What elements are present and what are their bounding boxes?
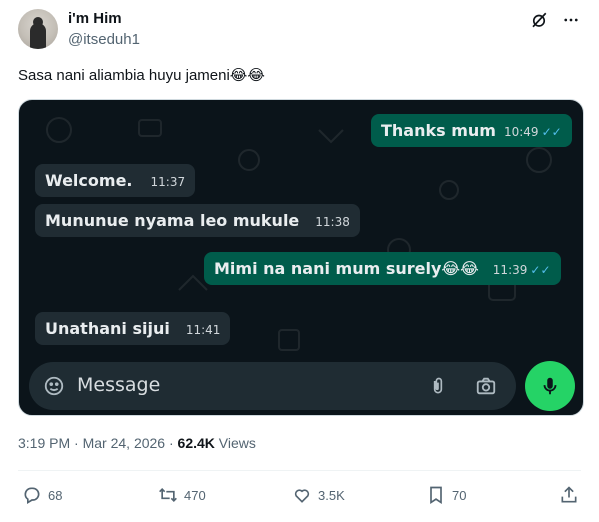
tweet-text: Sasa nani aliambia huyu jameni😂😂 [18,67,265,84]
attach-icon[interactable] [428,375,448,397]
chat-message-time: 10:49 [503,125,539,139]
views-count: 62.4K [177,435,215,451]
bookmark-count: 70 [452,487,467,503]
chat-message-in: Mununue nyama leo mukule 11:38 [35,204,360,237]
author-display-name[interactable]: i'm Him [68,10,122,27]
sticker-icon[interactable] [43,375,65,397]
more-icon[interactable] [561,10,581,30]
chat-message-input[interactable]: Message [29,362,516,410]
chat-message-out: Thanks mum 10:49 ✓✓ [371,114,572,147]
meta-separator: · [70,435,83,451]
mic-button[interactable] [525,361,575,411]
like-button[interactable]: 3.5K [292,485,345,505]
reply-icon [24,487,40,504]
tweet-media-image[interactable]: Thanks mum 10:49 ✓✓ Welcome. 11:37 Mununue … [18,99,584,416]
like-count: 3.5K [318,487,345,503]
read-ticks-icon: ✓✓ [530,263,551,277]
read-ticks-icon: ✓✓ [541,125,562,139]
share-button[interactable] [559,485,579,505]
avatar[interactable] [18,9,58,49]
tweet-meta: 3:19 PM · Mar 24, 2026 · 62.4K Views [18,435,256,451]
tweet-actions: 68 470 3.5K 70 [18,485,581,507]
divider [18,470,581,471]
camera-icon[interactable] [474,375,498,397]
like-icon [294,489,310,503]
reply-button[interactable]: 68 [22,485,62,505]
chat-message-text: Thanks mum [381,121,496,140]
chat-message-in: Unathani sijui 11:41 [35,312,231,345]
tweet-time[interactable]: 3:19 PM [18,435,70,451]
chat-message-time: 11:37 [150,175,186,189]
chat-message-text: Welcome. [45,171,133,190]
bookmark-button[interactable]: 70 [426,485,466,505]
message-placeholder: Message [77,374,161,396]
share-icon [561,486,577,503]
chat-message-in: Welcome. 11:37 [35,164,196,197]
grok-icon[interactable] [529,10,549,30]
chat-message-text: Mimi na nani mum surely😂😂 [214,259,479,278]
bookmark-icon [430,486,442,505]
repost-icon [159,487,177,503]
chat-message-text: Mununue nyama leo mukule [45,211,300,230]
chat-message-time: 11:38 [315,215,350,229]
chat-message-text: Unathani sijui [45,319,170,338]
chat-message-time: 11:39 [492,263,528,277]
mic-icon [543,377,557,395]
repost-count: 470 [184,487,206,503]
chat-message-time: 11:41 [185,323,221,337]
chat-message-out: Mimi na nani mum surely😂😂 11:39 ✓✓ [204,252,561,285]
views-label: Views [214,435,256,451]
repost-button[interactable]: 470 [158,485,206,505]
tweet-date[interactable]: Mar 24, 2026 [83,435,166,451]
reply-count: 68 [48,487,63,503]
meta-separator: · [165,435,178,451]
author-handle[interactable]: @itseduh1 [68,31,140,48]
